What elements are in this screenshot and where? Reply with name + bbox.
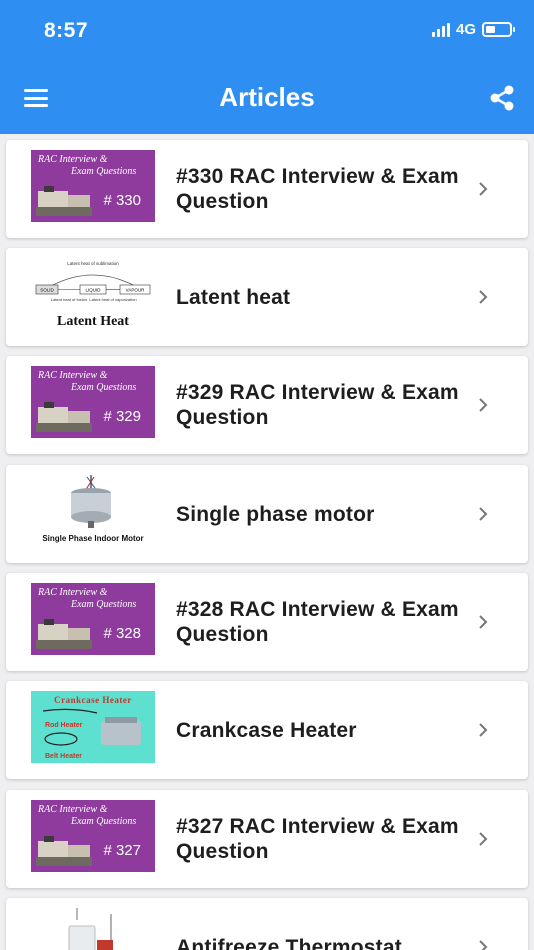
article-thumbnail: RAC Interview & Exam Questions # 329	[31, 366, 155, 438]
status-time: 8:57	[44, 19, 89, 42]
chevron-right-icon	[479, 940, 488, 950]
cellular-signal-icon	[431, 22, 450, 37]
thumb-number: # 330	[103, 192, 141, 209]
thumb-number: # 327	[103, 842, 141, 859]
chiller-image	[36, 186, 92, 216]
thumb-text: Exam Questions	[71, 382, 137, 393]
diagram-label: Latent heat of fusion	[51, 297, 87, 302]
article-title: Antifreeze Thermostat	[176, 935, 402, 950]
article-card[interactable]: RAC Interview & Exam Questions # 328 #32…	[6, 573, 528, 671]
article-card[interactable]: Latent heat of sublimation SOLID LIQUID …	[6, 248, 528, 346]
thumb-text: RAC Interview &	[38, 587, 108, 598]
article-card[interactable]: Single Phase Indoor Motor Single phase m…	[6, 465, 528, 563]
thumb-text: Exam Questions	[71, 166, 137, 177]
diagram-label: Latent heat of vaporization	[89, 297, 136, 302]
article-thumbnail: Crankcase Heater Rod Heater Belt Heater	[31, 691, 155, 763]
article-title: Single phase motor	[176, 502, 375, 526]
article-thumbnail: RAC Interview & Exam Questions # 328	[31, 583, 155, 655]
chevron-right-icon	[479, 615, 488, 629]
box-label: VAPOUR	[126, 288, 145, 293]
thumb-text: Rod Heater	[45, 722, 83, 729]
page-title: Articles	[219, 82, 315, 112]
article-title: Crankcase Heater	[176, 718, 357, 742]
thumb-caption: Latent Heat	[57, 314, 129, 329]
chiller-image	[36, 836, 92, 866]
thumb-caption: Single Phase Indoor Motor	[42, 534, 144, 543]
thumb-text: Exam Questions	[71, 599, 137, 610]
box-label: SOLID	[40, 288, 54, 293]
thumb-text: RAC Interview &	[38, 154, 108, 165]
article-thumbnail: RAC Interview & Exam Questions # 330	[31, 150, 155, 222]
diagram-label: Latent heat of sublimation	[67, 261, 119, 266]
box-label: LIQUID	[85, 288, 101, 293]
thumb-number: # 328	[103, 625, 141, 642]
article-title: Latent heat	[176, 285, 291, 309]
article-title: #328 RAC Interview & Exam Question	[176, 598, 459, 646]
share-icon[interactable]	[488, 84, 516, 112]
article-title: #329 RAC Interview & Exam Question	[176, 381, 459, 429]
article-title: #330 RAC Interview & Exam Question	[176, 165, 459, 213]
article-card[interactable]: RAC Interview & Exam Questions # 330 #33…	[6, 140, 528, 238]
article-card[interactable]: Antifreeze Thermostat	[6, 898, 528, 950]
latent-heat-diagram: Latent heat of sublimation SOLID LIQUID …	[35, 261, 151, 302]
thumb-text: RAC Interview &	[38, 370, 108, 381]
thumb-text: RAC Interview &	[38, 804, 108, 815]
article-thumbnail: RAC Interview & Exam Questions # 327	[31, 800, 155, 872]
article-card[interactable]: Crankcase Heater Rod Heater Belt Heater …	[6, 681, 528, 779]
chevron-right-icon	[479, 507, 488, 521]
article-card[interactable]: RAC Interview & Exam Questions # 329 #32…	[6, 356, 528, 454]
thumb-number: # 329	[103, 408, 141, 425]
chiller-image	[36, 402, 92, 432]
chevron-right-icon	[479, 290, 488, 304]
chevron-right-icon	[479, 398, 488, 412]
motor-image	[71, 475, 111, 528]
article-card[interactable]: RAC Interview & Exam Questions # 327 #32…	[6, 790, 528, 888]
article-thumbnail: Latent heat of sublimation SOLID LIQUID …	[31, 258, 155, 330]
article-title: #327 RAC Interview & Exam Question	[176, 815, 459, 863]
chevron-right-icon	[479, 182, 488, 196]
chevron-right-icon	[479, 723, 488, 737]
battery-icon	[482, 22, 515, 37]
chiller-image	[36, 619, 92, 649]
app-header: 8:57 4G Articles	[0, 0, 534, 134]
status-indicators: 4G	[431, 21, 515, 38]
article-thumbnail	[31, 908, 155, 950]
thumb-text: Belt Heater	[45, 753, 82, 760]
thermostat-image	[68, 908, 113, 950]
thumb-text: Exam Questions	[71, 816, 137, 827]
chevron-right-icon	[479, 832, 488, 846]
network-type: 4G	[455, 21, 476, 38]
article-thumbnail: Single Phase Indoor Motor	[31, 475, 155, 547]
